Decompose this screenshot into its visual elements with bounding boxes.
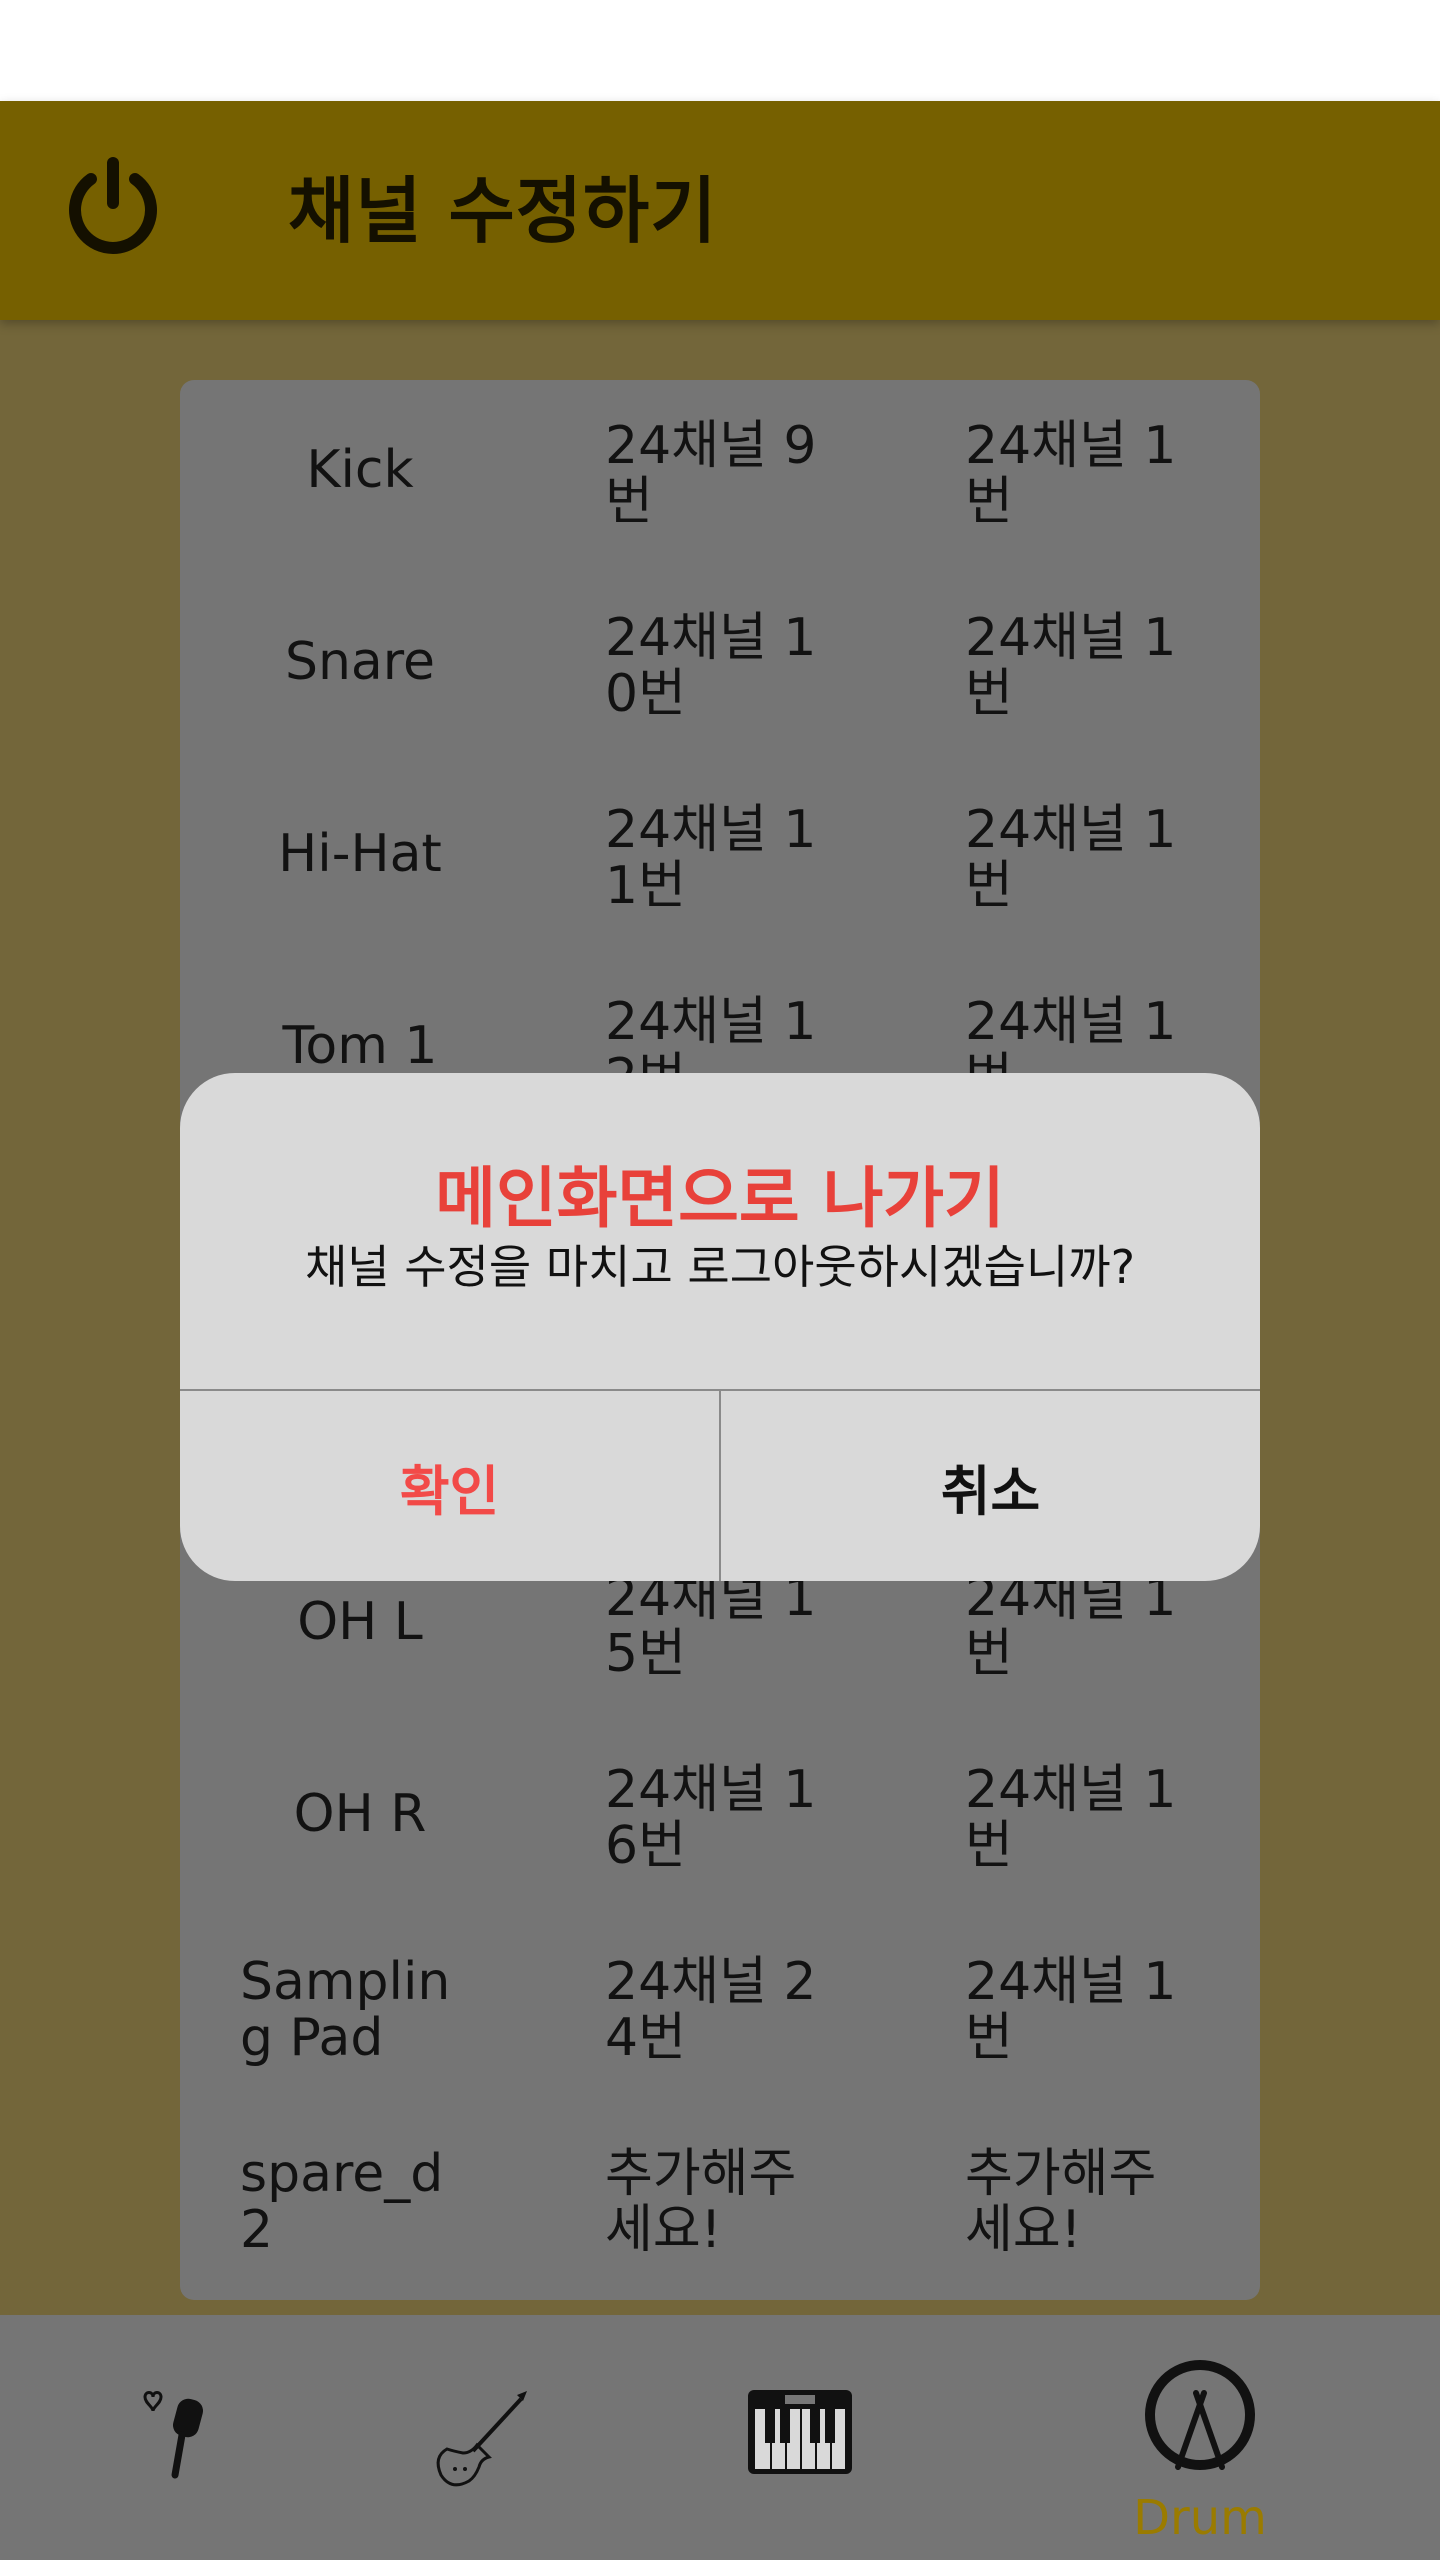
cancel-button[interactable]: 취소	[721, 1391, 1260, 1581]
power-icon[interactable]	[58, 151, 168, 261]
sub-channel-value[interactable]: 추가해주세요!	[965, 2146, 1195, 2258]
instrument-name: Snare	[284, 632, 436, 692]
channel-value[interactable]: 추가해주세요!	[605, 2146, 835, 2258]
sub-channel-value[interactable]: 24채널 1번	[965, 1954, 1195, 2066]
instrument-name: Tom 1	[282, 1016, 438, 1076]
channel-value[interactable]: 24채널 24번	[605, 1954, 835, 2066]
table-row[interactable]: OH R 24채널 16번 24채널 1번	[180, 1724, 1260, 1916]
sub-channel-value[interactable]: 24채널 1번	[965, 1570, 1195, 1682]
sub-channel-value[interactable]: 24채널 1번	[965, 1762, 1195, 1874]
dialog-title: 메인화면으로 나가기	[435, 1160, 1005, 1237]
channel-value[interactable]: 24채널 9번	[605, 418, 835, 530]
channel-value[interactable]: 24채널 11번	[605, 802, 835, 914]
dialog-message: 채널 수정을 마치고 로그아웃하시겠습니까?	[304, 1240, 1136, 1294]
drum-icon	[1145, 2360, 1255, 2470]
table-row[interactable]: Kick 24채널 9번 24채널 1번	[180, 380, 1260, 572]
instrument-name: OH R	[293, 1784, 427, 1844]
instrument-name: Kick	[306, 440, 414, 500]
table-row[interactable]: spare_d2 추가해주세요! 추가해주세요!	[180, 2108, 1260, 2300]
logout-dialog: 메인화면으로 나가기 채널 수정을 마치고 로그아웃하시겠습니까? 확인 취소	[180, 1073, 1260, 1581]
channel-value[interactable]: 24채널 10번	[605, 610, 835, 722]
sub-channel-value[interactable]: 24채널 1번	[965, 610, 1195, 722]
sub-channel-value[interactable]: 24채널 1번	[965, 418, 1195, 530]
status-bar	[0, 0, 1440, 101]
bottom-nav: Drum	[0, 2315, 1440, 2560]
instrument-name: Sampling Pad	[240, 1952, 451, 2068]
nav-item-drum[interactable]: Drum	[1020, 2315, 1380, 2560]
instrument-name: spare_d2	[240, 2144, 444, 2260]
page-title: 채널 수정하기	[288, 169, 718, 253]
confirm-button[interactable]: 확인	[180, 1391, 719, 1581]
nav-label-drum: Drum	[1133, 2490, 1267, 2546]
app-bar: 채널 수정하기	[0, 101, 1440, 320]
table-row[interactable]: Hi-Hat 24채널 11번 24채널 1번	[180, 764, 1260, 956]
instrument-name: OH L	[297, 1592, 423, 1652]
table-row[interactable]: Sampling Pad 24채널 24번 24채널 1번	[180, 1916, 1260, 2108]
sub-channel-value[interactable]: 24채널 1번	[965, 802, 1195, 914]
channel-value[interactable]: 24채널 16번	[605, 1762, 835, 1874]
nav-item-keyboard[interactable]	[620, 2315, 980, 2560]
table-row[interactable]: Snare 24채널 10번 24채널 1번	[180, 572, 1260, 764]
piano-icon	[748, 2390, 852, 2474]
channel-value[interactable]: 24채널 15번	[605, 1570, 835, 1682]
guitar-icon	[436, 2391, 527, 2487]
microphone-icon	[143, 2391, 204, 2479]
nav-item-guitar[interactable]	[300, 2315, 660, 2560]
instrument-name: Hi-Hat	[278, 824, 442, 884]
